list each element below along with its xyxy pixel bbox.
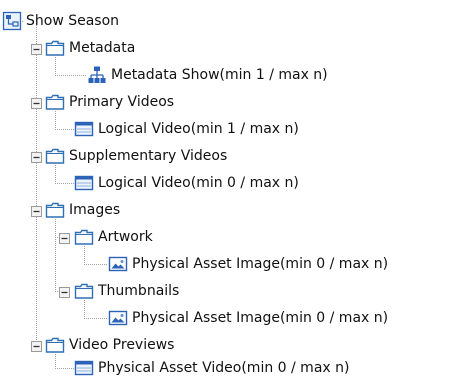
collapse-toggle-icon[interactable] (31, 43, 42, 55)
collapse-toggle-icon[interactable] (31, 151, 42, 163)
collapse-toggle-icon[interactable] (31, 205, 42, 217)
video-window-icon (74, 358, 94, 378)
metadata-structure-icon (87, 65, 107, 85)
collapse-toggle-icon[interactable] (59, 232, 70, 244)
tree-node-primary-videos[interactable]: Primary Videos (0, 89, 460, 115)
folder-icon (45, 146, 65, 166)
tree-node-label: Thumbnails (98, 283, 180, 299)
folder-icon (74, 281, 94, 301)
hierarchy-root-icon (2, 11, 22, 31)
tree-node-label: Physical Asset Image(min 0 / max n) (132, 256, 389, 272)
folder-icon (45, 335, 65, 355)
tree-node-label: Physical Asset Video(min 0 / max n) (98, 360, 350, 376)
tree-node-logical-video-primary[interactable]: Logical Video(min 1 / max n) (0, 116, 460, 142)
video-window-icon (74, 119, 94, 139)
tree-node-label: Logical Video(min 1 / max n) (98, 121, 299, 137)
tree-node-physical-asset-image-thumbnails[interactable]: Physical Asset Image(min 0 / max n) (0, 305, 460, 331)
video-window-icon (74, 173, 94, 193)
tree-node-metadata-show[interactable]: Metadata Show(min 1 / max n) (0, 62, 460, 88)
tree-node-images[interactable]: Images (0, 197, 460, 223)
collapse-toggle-icon[interactable] (59, 286, 70, 298)
image-icon (108, 254, 128, 274)
tree-node-label: Primary Videos (69, 94, 175, 110)
tree-node-label: Physical Asset Image(min 0 / max n) (132, 310, 389, 326)
tree-node-label: Metadata Show(min 1 / max n) (111, 67, 328, 83)
tree-node-label: Metadata (69, 40, 136, 56)
tree-node-metadata[interactable]: Metadata (0, 35, 460, 61)
tree-node-label: Artwork (98, 229, 153, 245)
tree-node-artwork[interactable]: Artwork (0, 224, 460, 250)
tree-node-physical-asset-video[interactable]: Physical Asset Video(min 0 / max n) (0, 355, 460, 381)
tree-node-show-season[interactable]: Show Season (0, 8, 460, 34)
tree-node-supplementary-videos[interactable]: Supplementary Videos (0, 143, 460, 169)
folder-icon (45, 38, 65, 58)
tree-node-label: Logical Video(min 0 / max n) (98, 175, 299, 191)
tree-view: Show Season Metadata Metadata Show(min 1… (0, 0, 460, 377)
collapse-toggle-icon[interactable] (31, 97, 42, 109)
collapse-toggle-icon[interactable] (31, 340, 42, 352)
folder-icon (45, 92, 65, 112)
image-icon (108, 308, 128, 328)
tree-node-label: Supplementary Videos (69, 148, 228, 164)
tree-node-label: Show Season (26, 13, 120, 29)
folder-icon (45, 200, 65, 220)
tree-node-label: Images (69, 202, 121, 218)
folder-icon (74, 227, 94, 247)
tree-node-logical-video-supplementary[interactable]: Logical Video(min 0 / max n) (0, 170, 460, 196)
tree-node-physical-asset-image-artwork[interactable]: Physical Asset Image(min 0 / max n) (0, 251, 460, 277)
tree-node-thumbnails[interactable]: Thumbnails (0, 278, 460, 304)
